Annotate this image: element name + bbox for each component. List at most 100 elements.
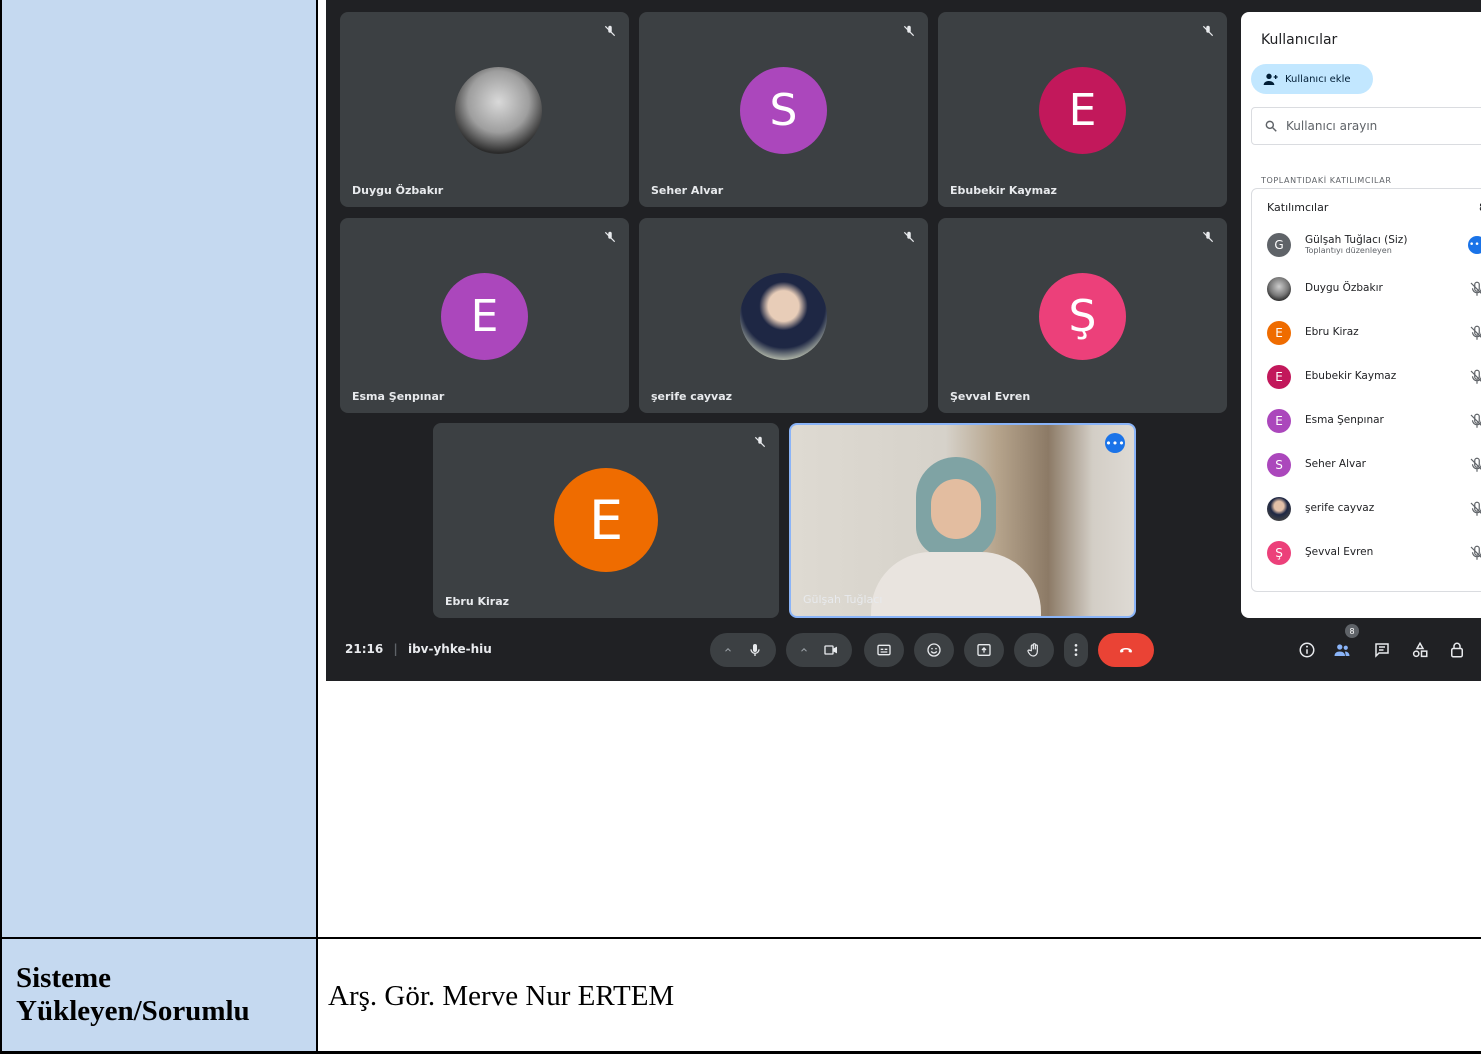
mic-off-icon — [1470, 457, 1481, 472]
participant-name: şerife cayvaz — [1305, 502, 1375, 514]
search-placeholder: Kullanıcı arayın — [1286, 119, 1378, 133]
search-icon — [1265, 120, 1277, 132]
captions-button[interactable] — [864, 633, 904, 667]
people-panel: Kullanıcılar Kullanıcı ekle Kullanıcı ar… — [1241, 12, 1481, 618]
participant-role: Toplantıyı düzenleyen — [1305, 246, 1392, 255]
avatar: E — [1267, 409, 1291, 433]
video-tile-gulsah[interactable]: ••• Gülşah Tuğlacı — [789, 423, 1136, 618]
meeting-info: 21:16 | ibv-yhke-hiu — [345, 642, 492, 656]
add-user-label: Kullanıcı ekle — [1285, 73, 1351, 85]
raise-hand-button[interactable] — [1014, 633, 1054, 667]
list-item[interactable]: Ş Şevval Evren — [1252, 533, 1481, 573]
chevron-up-icon — [801, 648, 807, 652]
participant-name: Şevval Evren — [1305, 546, 1374, 558]
tile-name: Şevval Evren — [950, 390, 1031, 403]
video-tile-seher[interactable]: S Seher Alvar — [639, 12, 928, 207]
mic-off-icon — [604, 25, 616, 37]
participant-list: Katılımcılar 8 G Gülşah Tuğlacı (Siz) To… — [1251, 188, 1481, 592]
tile-name: Ebubekir Kaymaz — [950, 184, 1057, 197]
participant-name: Seher Alvar — [1305, 458, 1366, 470]
captions-icon — [877, 644, 891, 656]
video-tile-duygu[interactable]: Duygu Özbakır — [340, 12, 629, 207]
tile-name: Ebru Kiraz — [445, 595, 510, 608]
present-screen-icon — [977, 644, 991, 656]
participant-name: Ebubekir Kaymaz — [1305, 370, 1397, 382]
microphone-icon — [750, 644, 760, 656]
section-header: TOPLANTIDAKİ KATILIMCILAR — [1261, 176, 1392, 185]
list-item[interactable]: Duygu Özbakır — [1252, 269, 1481, 309]
participant-name: Gülşah Tuğlacı (Siz) — [1305, 234, 1408, 246]
avatar — [1267, 277, 1291, 301]
mic-off-icon — [903, 25, 915, 37]
mic-off-icon — [1202, 25, 1214, 37]
video-tile-esma[interactable]: E Esma Şenpınar — [340, 218, 629, 413]
meeting-time: 21:16 — [345, 642, 384, 656]
more-vert-icon — [1074, 644, 1078, 656]
mic-off-icon — [1470, 413, 1481, 428]
mic-off-icon — [1470, 501, 1481, 516]
add-user-button[interactable]: Kullanıcı ekle — [1251, 64, 1373, 94]
tile-name: Gülşah Tuğlacı — [803, 593, 883, 606]
video-tile-ebubekir[interactable]: E Ebubekir Kaymaz — [938, 12, 1227, 207]
hang-up-icon — [1120, 648, 1132, 653]
mic-off-icon — [1470, 545, 1481, 560]
mic-button[interactable] — [710, 633, 776, 667]
uploader-value: Arş. Gör. Merve Nur ERTEM — [328, 980, 675, 1012]
present-button[interactable] — [964, 633, 1004, 667]
avatar: G — [1267, 233, 1291, 257]
end-call-button[interactable] — [1098, 633, 1154, 667]
webcam-person — [871, 457, 1041, 616]
more-options-icon[interactable]: ••• — [1105, 433, 1125, 453]
video-camera-icon — [824, 645, 837, 655]
video-tile-sevval[interactable]: Ş Şevval Evren — [938, 218, 1227, 413]
mic-off-icon — [604, 231, 616, 243]
avatar-initial: E — [1039, 67, 1126, 154]
meeting-code: ibv-yhke-hiu — [407, 642, 492, 656]
people-button[interactable]: 8 — [1332, 624, 1359, 659]
info-icon[interactable] — [1298, 641, 1316, 659]
people-count-badge: 8 — [1345, 624, 1359, 638]
list-item[interactable]: şerife cayvaz — [1252, 489, 1481, 529]
mic-off-icon — [754, 436, 766, 448]
list-item[interactable]: E Ebubekir Kaymaz — [1252, 357, 1481, 397]
mic-off-icon — [1470, 369, 1481, 384]
mic-off-icon — [1202, 231, 1214, 243]
panel-title: Kullanıcılar — [1261, 32, 1338, 48]
avatar: Ş — [1267, 541, 1291, 565]
avatar-initial: S — [740, 67, 827, 154]
more-options-icon[interactable]: ••• — [1468, 236, 1481, 254]
tile-name: şerife cayvaz — [651, 390, 733, 403]
chevron-up-icon — [725, 648, 731, 652]
mic-off-icon — [903, 231, 915, 243]
avatar-initial: E — [554, 468, 658, 572]
more-options-button[interactable] — [1064, 633, 1088, 667]
list-item[interactable]: E Ebru Kiraz — [1252, 313, 1481, 353]
add-person-icon — [1263, 73, 1278, 85]
host-controls-icon[interactable] — [1448, 641, 1466, 659]
reactions-button[interactable] — [914, 633, 954, 667]
avatar-initial: E — [441, 273, 528, 360]
label-column — [0, 0, 318, 1054]
activities-icon[interactable] — [1411, 641, 1429, 659]
avatar-initial: Ş — [1039, 273, 1126, 360]
tile-name: Esma Şenpınar — [352, 390, 445, 403]
people-icon — [1334, 644, 1350, 656]
row-divider — [0, 937, 1481, 939]
camera-button[interactable] — [786, 633, 852, 667]
participants-label: Katılımcılar — [1267, 201, 1329, 214]
list-item[interactable]: E Esma Şenpınar — [1252, 401, 1481, 441]
avatar-photo — [455, 67, 542, 154]
list-item[interactable]: G Gülşah Tuğlacı (Siz) Toplantıyı düzenl… — [1252, 225, 1481, 265]
tile-name: Seher Alvar — [651, 184, 724, 197]
chat-icon[interactable] — [1373, 641, 1391, 659]
tile-name: Duygu Özbakır — [352, 184, 444, 197]
list-item[interactable]: S Seher Alvar — [1252, 445, 1481, 485]
video-tile-serife[interactable]: şerife cayvaz — [639, 218, 928, 413]
avatar-photo — [740, 273, 827, 360]
mic-off-icon — [1470, 281, 1481, 296]
user-search-input[interactable]: Kullanıcı arayın — [1251, 107, 1481, 145]
avatar: E — [1267, 365, 1291, 389]
video-tile-ebru[interactable]: E Ebru Kiraz — [433, 423, 779, 618]
avatar: S — [1267, 453, 1291, 477]
meet-screenshot: Duygu Özbakır S Seher Alvar E Ebubekir K… — [326, 0, 1481, 681]
